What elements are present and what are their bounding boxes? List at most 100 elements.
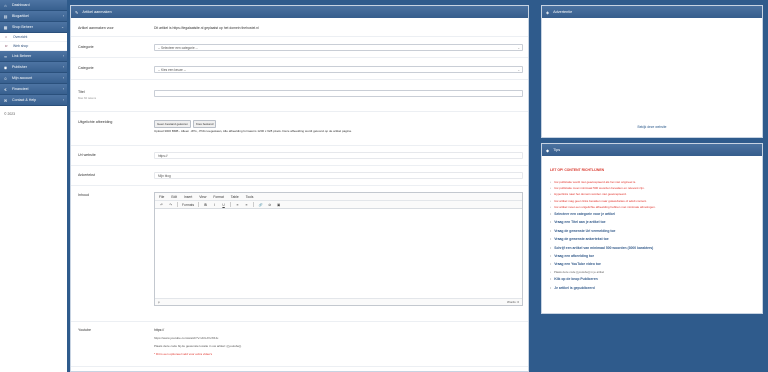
sidebar-item-publisher[interactable]: ◉ Publisher ›	[0, 62, 67, 73]
subcategory-select[interactable]: -- Kies een keuze -- ⌄	[154, 66, 523, 73]
field-label: Uitgelichte afbeelding	[78, 120, 113, 124]
ad-link[interactable]: Bekijk deze website	[542, 125, 762, 129]
chevron-right-icon: ›	[62, 98, 64, 102]
sidebar-item-blogartikel[interactable]: ▤ Blogartikel ›	[0, 11, 67, 22]
bullet-list-icon[interactable]: ≡	[235, 203, 240, 207]
menu-format[interactable]: Format	[213, 195, 223, 199]
file-status: Geen bestand gekozen	[154, 120, 192, 128]
formats-dropdown[interactable]: Formats	[182, 203, 194, 207]
menu-edit[interactable]: Edit	[171, 195, 177, 199]
sidebar-item-label: Mijn account	[12, 76, 33, 80]
editor-toolbar: ↶ ↷ Formats B I U ≡ ≡ 🔗 ⊘ ▣	[155, 201, 522, 209]
panel-title: Artikel aanmaken	[82, 10, 112, 14]
user-icon: ◉	[3, 64, 8, 70]
element-path: p	[158, 300, 160, 304]
toolbar-divider	[230, 202, 232, 207]
file-icon: ▤	[3, 13, 8, 19]
copyright: © 2023	[4, 112, 15, 116]
file-chooser[interactable]: Geen bestand gekozen Kies bestand	[154, 120, 217, 128]
sidebar-item-link-beheer[interactable]: ∞ Link Beheer ›	[0, 51, 67, 62]
video-example: https://www.youtube.com/watch?v=vbGJVvX6…	[154, 336, 219, 340]
video-help-text: Plaats deze code bij de gewenste locatie…	[154, 344, 242, 348]
bold-icon[interactable]: B	[203, 203, 208, 207]
panel-header: ✎ Artikel aanmaken	[71, 6, 528, 18]
toolbar-divider	[177, 202, 178, 207]
chevron-right-icon: ›	[62, 76, 64, 80]
tips-heading: LET OP! CONTENT RICHTLIJNEN	[550, 168, 605, 172]
money-icon: €	[4, 86, 7, 92]
chevron-right-icon: ›	[62, 54, 64, 58]
category-select[interactable]: -- Selecteer een categorie -- ⌄	[154, 44, 523, 51]
toolbar-divider	[253, 202, 255, 207]
account-icon: ☺	[3, 75, 8, 81]
sidebar: ⌂ Dashboard ▤ Blogartikel › ▦ Shop Behee…	[0, 0, 67, 372]
tips-panel: ◆ Tips LET OP! CONTENT RICHTLIJNEN Uw pu…	[541, 143, 763, 314]
tip-item: Vraag een afbeelding toe	[550, 252, 760, 260]
link-icon: ∞	[4, 53, 7, 59]
sidebar-item-label: Blogartikel	[12, 14, 29, 18]
tag-icon: ◆	[546, 147, 550, 153]
panel-title: Advertentie	[553, 10, 573, 14]
sidebar-item-mijn-account[interactable]: ☺ Mijn account ›	[0, 73, 67, 84]
sidebar-item-label: Publisher	[12, 65, 27, 69]
help-icon: ✉	[3, 97, 8, 103]
form-row-category: Categorie -- Selecteer een categorie -- …	[71, 37, 528, 58]
tip-item: Selecteer een categorie voor je artikel	[550, 210, 760, 218]
anchor-input[interactable]: Mijn blog	[154, 172, 523, 179]
numbered-list-icon[interactable]: ≡	[244, 203, 249, 207]
tip-item: Je artikel is gepubliceerd	[550, 284, 760, 292]
select-value: -- Selecteer een categorie --	[158, 45, 198, 50]
field-label: Url website	[78, 153, 96, 157]
sidebar-item-label: Financieel	[12, 87, 29, 91]
field-label: Titel	[78, 90, 85, 94]
form-row-domain: Artikel aanmaken voor Dit artikel is htt…	[71, 18, 528, 37]
field-label: Artikel aanmaken voor	[78, 26, 114, 30]
menu-tools[interactable]: Tools	[246, 195, 254, 199]
unlink-icon[interactable]: ⊘	[267, 203, 272, 207]
field-label: Inhoud	[78, 193, 89, 197]
form-row-title: Titel Max 60 tekens	[71, 80, 528, 112]
redo-icon[interactable]: ↷	[168, 203, 173, 207]
tips-list: Uw publicatie wordt niet geaccepteerd al…	[550, 179, 760, 292]
sidebar-subitem-web-shop[interactable]: ⊳ Web shop	[0, 42, 67, 51]
link-icon[interactable]: 🔗	[258, 203, 263, 207]
panel-header: ◈ Advertentie	[542, 6, 762, 18]
title-input[interactable]	[154, 90, 523, 97]
sidebar-subitem-overzicht[interactable]: ⌂ Overzicht	[0, 33, 67, 42]
italic-icon[interactable]: I	[212, 203, 217, 207]
sidebar-subitem-label: Overzicht	[13, 35, 28, 39]
chevron-right-icon: ›	[62, 14, 64, 18]
article-form-panel: ✎ Artikel aanmaken Artikel aanmaken voor…	[70, 5, 529, 372]
editor-content-area[interactable]	[155, 209, 522, 298]
sidebar-item-dashboard[interactable]: ⌂ Dashboard	[0, 0, 67, 11]
field-label: Categorie	[78, 45, 94, 49]
sidebar-item-contact-help[interactable]: ✉ Contact & Help ›	[0, 95, 67, 106]
chevron-down-icon: ⌄	[517, 45, 520, 50]
field-label: Categorie	[78, 66, 94, 70]
rich-text-editor[interactable]: File Edit Insert View Format Table Tools…	[154, 192, 523, 306]
form-row-url: Url website https://	[71, 146, 528, 166]
tip-item: Schrijf een artikel van minimaal 500 woo…	[550, 244, 760, 252]
input-value: https://	[158, 153, 168, 158]
url-input[interactable]: https://	[154, 152, 523, 159]
chevron-down-icon: ⌄	[517, 67, 520, 72]
file-button[interactable]: Kies bestand	[193, 120, 217, 128]
domain-value: Dit artikel is https://legalaatsite.nl g…	[154, 26, 259, 30]
underline-icon[interactable]: U	[221, 203, 226, 207]
menu-insert[interactable]: Insert	[184, 195, 192, 199]
sidebar-item-shop-beheer[interactable]: ▦ Shop Beheer ⌄	[0, 22, 67, 33]
tip-item: Vraag de gewenste Url vermelding toe	[550, 227, 760, 235]
sidebar-item-label: Link Beheer	[12, 54, 32, 58]
select-value: -- Kies een keuze --	[158, 67, 186, 72]
menu-file[interactable]: File	[159, 195, 164, 199]
toolbar-divider	[198, 202, 200, 207]
chevron-right-icon: ›	[62, 65, 64, 69]
menu-view[interactable]: View	[199, 195, 206, 199]
sidebar-item-financieel[interactable]: € Financieel ›	[0, 84, 67, 95]
image-icon[interactable]: ▣	[276, 203, 281, 207]
menu-table[interactable]: Table	[231, 195, 239, 199]
sidebar-subitem-label: Web shop	[13, 44, 29, 48]
image-help-text: Upload 3000 BMB - Alleen .JPG, .PNG toeg…	[154, 129, 352, 133]
form-row-image: Uitgelichte afbeelding Geen bestand geko…	[71, 112, 528, 146]
undo-icon[interactable]: ↶	[159, 203, 164, 207]
